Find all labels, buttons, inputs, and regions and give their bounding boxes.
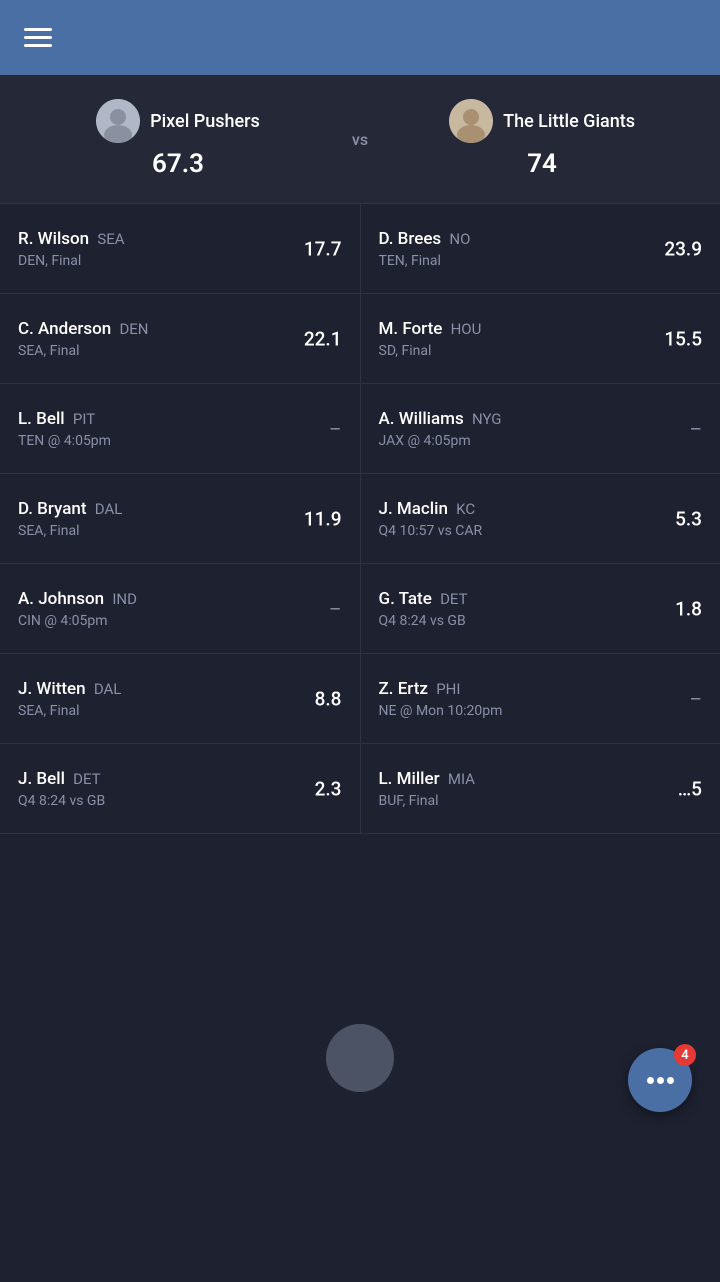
table-row: J. Bell DET Q4 8:24 vs GB 2.3 L. Miller … [0, 744, 720, 834]
player-name: R. Wilson SEA [18, 229, 342, 249]
team-right-name: The Little Giants [503, 111, 635, 132]
player-cell-right: Z. Ertz PHI NE @ Mon 10:20pm – [360, 654, 720, 743]
player-name: A. Johnson IND [18, 589, 342, 609]
vs-label: vs [336, 130, 384, 149]
player-name: L. Miller MIA [379, 769, 703, 789]
table-row: J. Witten DAL SEA, Final 8.8 Z. Ertz PHI… [0, 654, 720, 744]
player-cell-left: R. Wilson SEA DEN, Final 17.7 [0, 204, 360, 293]
player-name: G. Tate DET [379, 589, 703, 609]
player-name: Z. Ertz PHI [379, 679, 703, 699]
player-name: C. Anderson DEN [18, 319, 342, 339]
matchup-header: Pixel Pushers 67.3 vs The Little Giants … [0, 75, 720, 204]
chat-button[interactable]: 4 [628, 1048, 692, 1112]
player-name: J. Witten DAL [18, 679, 342, 699]
table-row: A. Johnson IND CIN @ 4:05pm – G. Tate DE… [0, 564, 720, 654]
player-name: M. Forte HOU [379, 319, 703, 339]
player-cell-left: L. Bell PIT TEN @ 4:05pm – [0, 384, 360, 473]
player-cell-right: M. Forte HOU SD, Final 15.5 [360, 294, 720, 383]
header [0, 0, 720, 75]
player-cell-left: A. Johnson IND CIN @ 4:05pm – [0, 564, 360, 653]
table-row: C. Anderson DEN SEA, Final 22.1 M. Forte… [0, 294, 720, 384]
team-left-name: Pixel Pushers [150, 111, 260, 132]
player-name: J. Maclin KC [379, 499, 703, 519]
player-name: J. Bell DET [18, 769, 342, 789]
menu-button[interactable] [24, 28, 52, 47]
phone-frame: Pixel Pushers 67.3 vs The Little Giants … [0, 0, 720, 1282]
table-row: L. Bell PIT TEN @ 4:05pm – A. Williams N… [0, 384, 720, 474]
player-cell-right: A. Williams NYG JAX @ 4:05pm – [360, 384, 720, 473]
player-cell-left: J. Bell DET Q4 8:24 vs GB 2.3 [0, 744, 360, 833]
team-left-avatar [96, 99, 140, 143]
table-row: D. Bryant DAL SEA, Final 11.9 J. Maclin … [0, 474, 720, 564]
players-table: R. Wilson SEA DEN, Final 17.7 D. Brees N… [0, 204, 720, 834]
team-right-avatar [449, 99, 493, 143]
player-name: D. Brees NO [379, 229, 703, 249]
player-cell-right: J. Maclin KC Q4 10:57 vs CAR 5.3 [360, 474, 720, 563]
player-cell-right: D. Brees NO TEN, Final 23.9 [360, 204, 720, 293]
player-cell-left: C. Anderson DEN SEA, Final 22.1 [0, 294, 360, 383]
scroll-indicator [326, 1024, 394, 1092]
chat-badge: 4 [674, 1044, 696, 1066]
player-name: A. Williams NYG [379, 409, 703, 429]
player-cell-right: G. Tate DET Q4 8:24 vs GB 1.8 [360, 564, 720, 653]
player-cell-left: D. Bryant DAL SEA, Final 11.9 [0, 474, 360, 563]
team-left-score: 67.3 [152, 149, 204, 179]
player-cell-left: J. Witten DAL SEA, Final 8.8 [0, 654, 360, 743]
player-name: L. Bell PIT [18, 409, 342, 429]
team-right-score: 74 [527, 149, 557, 179]
player-name: D. Bryant DAL [18, 499, 342, 519]
team-left: Pixel Pushers 67.3 [20, 99, 336, 179]
team-right: The Little Giants 74 [384, 99, 700, 179]
chat-icon [647, 1077, 674, 1084]
player-cell-right: L. Miller MIA BUF, Final …5 [360, 744, 720, 833]
table-row: R. Wilson SEA DEN, Final 17.7 D. Brees N… [0, 204, 720, 294]
